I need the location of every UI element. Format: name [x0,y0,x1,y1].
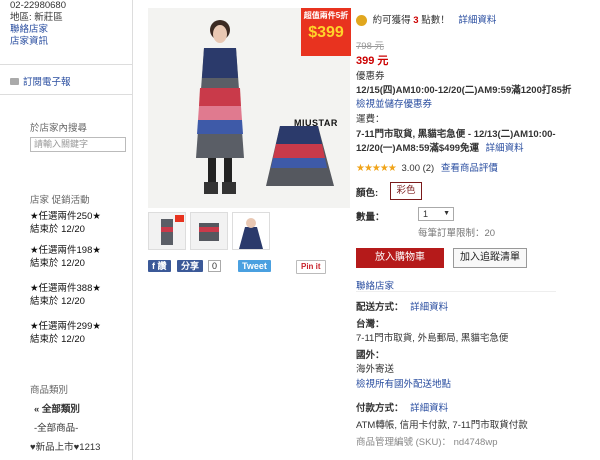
color-label: 顏色: [356,188,379,199]
promo-end: 結束於 12/20 [30,224,85,235]
coupon-link[interactable]: 檢視並儲存優惠券 [356,96,432,110]
taiwan-methods: 7-11門市取貨, 外島郵局, 黑貓宅急便 [356,333,509,344]
store-phone: 02-22980680 [10,0,66,11]
promo-end: 結束於 12/20 [30,296,85,307]
sale-price: 399 元 [356,55,389,67]
share-count: 0 [208,260,222,272]
promo-name: ★任選兩件250★ [30,211,101,222]
thumbnail[interactable] [148,212,186,250]
overseas-text: 海外寄送 [356,364,395,375]
newsletter-label: 訂閱電子報 [23,77,71,88]
pinterest-button[interactable]: Pin it [296,260,326,274]
promo-name: ★任選兩件299★ [30,321,101,332]
overseas-locations-link[interactable]: 檢視所有國外配送地點 [356,376,451,390]
shipping-details-link[interactable]: 詳細資料 [486,143,524,154]
contact-store-link[interactable]: 聯絡店家 [10,24,120,36]
category-all-link[interactable]: « 全部類別 [30,400,100,419]
brand-label: MIUSTAR [294,118,338,128]
promo-name: ★任選兩件198★ [30,245,101,256]
taiwan-label: 台灣： [356,319,385,330]
add-to-cart-button[interactable]: 放入購物車 [356,248,444,268]
chevron-down-icon: ▼ [443,210,450,217]
store-info-link[interactable]: 店家資訊 [10,36,120,48]
points-row: 約可獲得 3 點數！ 詳細資料 [356,12,496,26]
delivery-row: 配送方式： 詳細資料 [356,299,448,313]
promo-name: ★任選兩件388★ [30,283,101,294]
category-all-products-link[interactable]: -全部商品- [30,419,100,438]
thumbnail-strip [148,212,270,250]
shipping-line-1: 7-11門市取貨, 黑貓宅急便 - 12/13(二)AM10:00- [356,129,556,140]
points-coin-icon [356,14,367,26]
quantity-value: 1 [423,209,429,219]
original-price: 798 元 [356,41,384,52]
badge-text: 超值兩件5折 [303,11,349,20]
divider [0,94,132,95]
store-address: 地區: 新莊區 [10,12,63,23]
category-title: 商品類別 [30,385,69,396]
qty-label: 數量： [356,212,385,223]
points-text-pre: 約可獲得 [372,15,411,26]
thumbnail[interactable] [190,212,228,250]
promo-item[interactable]: ★任選兩件250★ 結束於 12/20 [30,210,101,236]
divider [0,64,132,65]
category-list: « 全部類別 -全部商品- ♥新品上市♥1213 [30,400,100,457]
delivery-label: 配送方式： [356,302,404,313]
payment-label: 付款方式： [356,403,404,414]
rating-value: 3.00 (2) [401,163,435,174]
quantity-select[interactable]: 1 ▼ [418,207,454,221]
store-sidebar: 02-22980680 地區: 新莊區 聯絡店家 店家資訊 訂閱電子報 於店家內… [0,0,133,460]
divider [356,291,556,292]
mail-icon [10,77,19,85]
store-search-input[interactable]: 請輸入關鍵字 [30,137,126,152]
rating-row: ★★★★★ 3.00 (2) 查看商品評價 [356,160,498,174]
points-value: 3 [413,15,419,26]
add-to-watchlist-button[interactable]: 加入追蹤清單 [453,248,527,268]
thumbnail[interactable] [232,212,270,250]
contact-store-link[interactable]: 聯絡店家 [356,278,394,292]
shipping-label: 運費： [356,114,385,125]
store-contact: 02-22980680 地區: 新莊區 聯絡店家 店家資訊 [10,0,120,48]
coupon-label: 優惠券 [356,71,385,82]
payment-row: 付款方式： 詳細資料 [356,400,448,414]
qty-limit: 每筆訂單限制：20 [418,228,496,239]
tweet-label: Tweet [242,261,267,271]
color-option[interactable]: 彩色 [390,182,422,200]
points-text-post: 點數！ [421,15,450,26]
tweet-button[interactable]: Tweet [238,260,271,272]
overseas-label: 國外： [356,350,385,361]
badge-price: $399 [308,24,344,41]
points-details-link[interactable]: 詳細資料 [458,15,496,26]
delivery-details-link[interactable]: 詳細資料 [410,302,448,313]
newsletter-link[interactable]: 訂閱電子報 [10,74,71,88]
category-new-link[interactable]: ♥新品上市♥1213 [30,438,100,457]
promo-badge: 超值兩件5折 $399 [301,8,351,56]
search-title: 於店家內搜尋 [30,123,88,134]
promo-item[interactable]: ★任選兩件388★ 結束於 12/20 [30,282,101,308]
view-reviews-link[interactable]: 查看商品評價 [441,163,498,174]
promo-title: 店家 促銷活動 [30,195,90,206]
payment-details-link[interactable]: 詳細資料 [410,403,448,414]
promo-end: 結束於 12/20 [30,334,85,345]
rating-stars: ★★★★★ [356,163,397,174]
promo-item[interactable]: ★任選兩件299★ 結束於 12/20 [30,320,101,346]
facebook-like-button[interactable]: f 讚 [148,260,171,272]
promo-item[interactable]: ★任選兩件198★ 結束於 12/20 [30,244,101,270]
promo-end: 結束於 12/20 [30,258,85,269]
shipping-free-text: 12/20(一)AM8:59滿$499免運 [356,143,480,154]
sku: 商品管理編號 (SKU)： nd4748wp [356,437,498,448]
payment-methods: ATM轉帳, 信用卡付款, 7-11門市取貨付款 [356,420,528,431]
facebook-share-button[interactable]: 分享 [177,260,204,272]
shipping-line-2: 12/20(一)AM8:59滿$499免運 詳細資料 [356,140,524,154]
coupon-text: 12/15(四)AM10:00-12/20(二)AM9:59滿1200打85折 [356,85,572,96]
